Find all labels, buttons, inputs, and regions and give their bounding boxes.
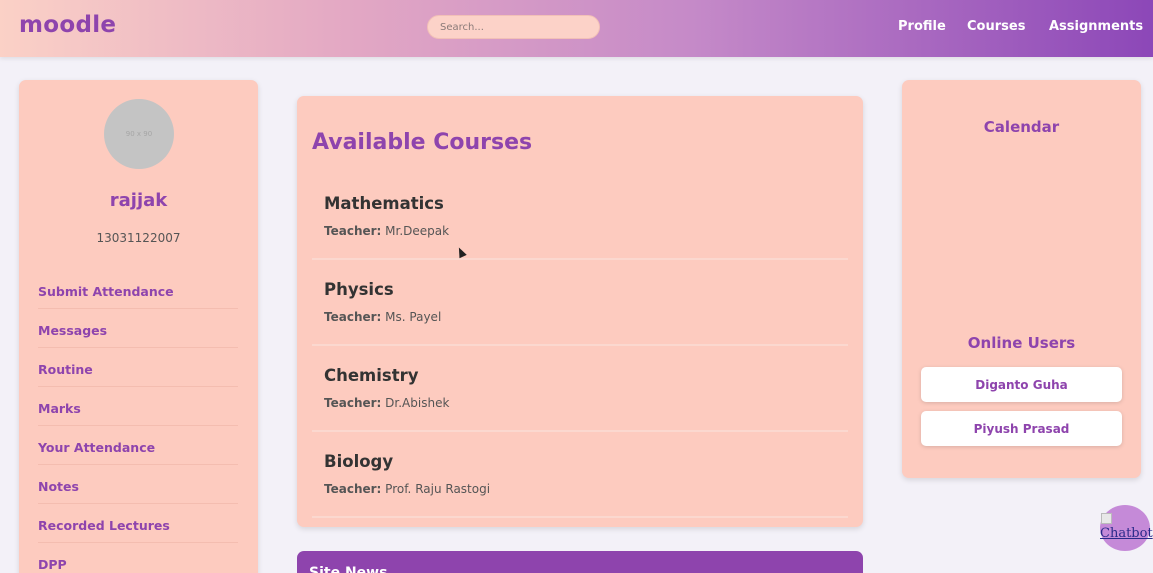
sidebar-item-messages[interactable]: Messages — [38, 309, 238, 348]
profile-sidebar: 90 x 90 rajjak 13031122007 Submit Attend… — [19, 80, 258, 573]
nav-assignments[interactable]: Assignments — [1049, 19, 1143, 34]
search-input[interactable] — [427, 15, 600, 39]
teacher-label: Teacher: — [324, 396, 382, 410]
nav-profile[interactable]: Profile — [898, 19, 946, 34]
sidebar-item-routine[interactable]: Routine — [38, 348, 238, 387]
course-teacher: Teacher: Prof. Raju Rastogi — [324, 482, 490, 496]
avatar: 90 x 90 — [104, 99, 174, 169]
sidebar-item-notes[interactable]: Notes — [38, 465, 238, 504]
course-title: Chemistry — [324, 366, 419, 385]
nav-courses[interactable]: Courses — [967, 19, 1025, 34]
sidebar-item-your-attendance[interactable]: Your Attendance — [38, 426, 238, 465]
chatbot-link[interactable]: Chatbot — [1100, 526, 1153, 541]
calendar-title: Calendar — [983, 118, 1060, 136]
logo[interactable]: moodle — [19, 12, 116, 38]
site-news-section: Site News — [297, 551, 863, 573]
teacher-name: Ms. Payel — [385, 310, 442, 324]
top-header: moodle Profile Courses Assignments — [0, 0, 1153, 57]
teacher-name: Prof. Raju Rastogi — [385, 482, 491, 496]
sidebar-item-marks[interactable]: Marks — [38, 387, 238, 426]
site-news-title: Site News — [309, 565, 388, 573]
user-id: 13031122007 — [96, 231, 181, 245]
course-teacher: Teacher: Dr.Abishek — [324, 396, 449, 410]
course-title: Physics — [324, 280, 394, 299]
online-users-title: Online Users — [967, 334, 1076, 352]
course-teacher: Teacher: Ms. Payel — [324, 310, 441, 324]
sidebar-menu: Submit Attendance Messages Routine Marks… — [38, 270, 238, 573]
course-title: Biology — [324, 452, 394, 471]
course-title: Mathematics — [324, 194, 444, 213]
right-sidebar: Calendar Online Users Diganto Guha Piyus… — [902, 80, 1141, 478]
broken-image-icon — [1101, 513, 1112, 524]
teacher-label: Teacher: — [324, 310, 382, 324]
user-name: rajjak — [109, 190, 168, 211]
online-user-item[interactable]: Piyush Prasad — [921, 411, 1122, 446]
course-teacher: Teacher: Mr.Deepak — [324, 224, 449, 238]
teacher-name: Dr.Abishek — [385, 396, 450, 410]
courses-panel: Available Courses Mathematics Teacher: M… — [297, 96, 863, 527]
course-card[interactable]: Chemistry Teacher: Dr.Abishek — [312, 352, 848, 432]
teacher-name: Mr.Deepak — [385, 224, 450, 238]
teacher-label: Teacher: — [324, 482, 382, 496]
course-card[interactable]: Mathematics Teacher: Mr.Deepak — [312, 180, 848, 260]
sidebar-item-recorded-lectures[interactable]: Recorded Lectures — [38, 504, 238, 543]
online-user-item[interactable]: Diganto Guha — [921, 367, 1122, 402]
teacher-label: Teacher: — [324, 224, 382, 238]
sidebar-item-submit-attendance[interactable]: Submit Attendance — [38, 270, 238, 309]
course-card[interactable]: Biology Teacher: Prof. Raju Rastogi — [312, 438, 848, 518]
courses-heading: Available Courses — [312, 130, 533, 155]
course-card[interactable]: Physics Teacher: Ms. Payel — [312, 266, 848, 346]
sidebar-item-dpp[interactable]: DPP — [38, 543, 238, 573]
